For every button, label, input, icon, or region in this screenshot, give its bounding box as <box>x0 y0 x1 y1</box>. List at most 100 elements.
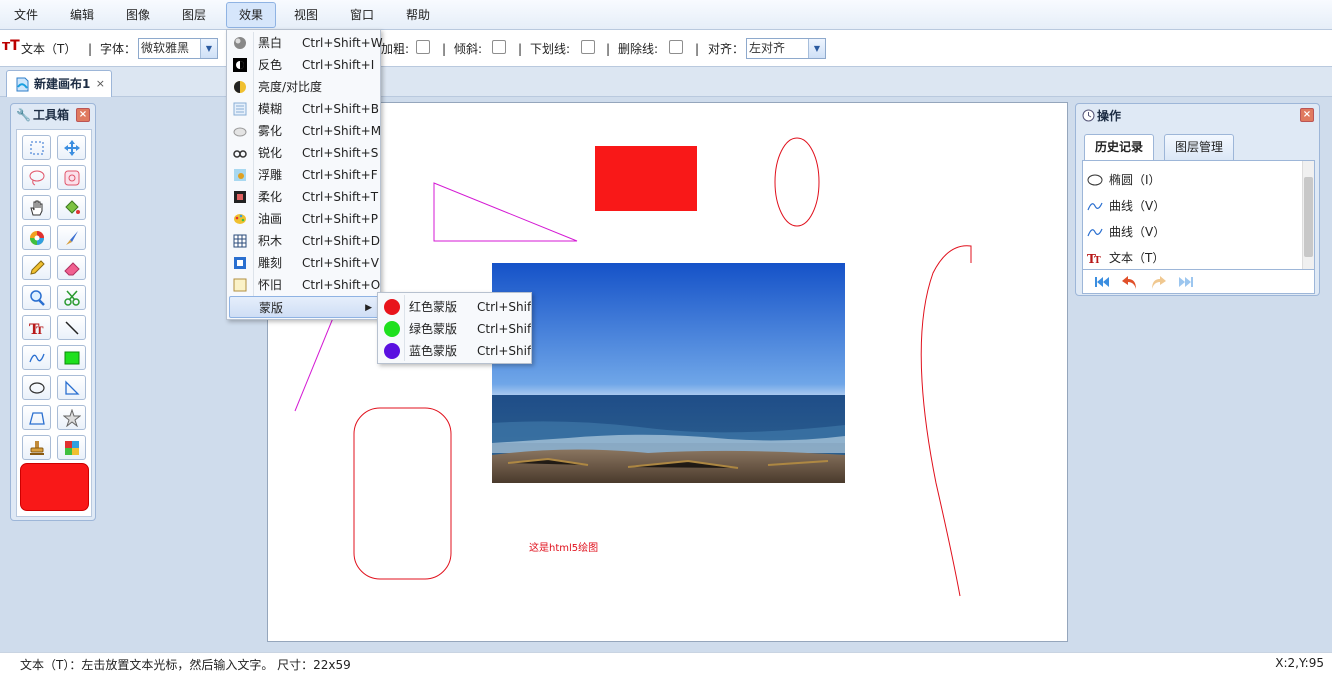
effect-label: 积木 <box>258 234 283 248</box>
blue-dot-icon <box>384 343 400 359</box>
tab-layers[interactable]: 图层管理 <box>1164 134 1235 160</box>
effect-shortcut: Ctrl+Shift+W <box>302 36 383 50</box>
mask-blue[interactable]: 蓝色蒙版 Ctrl+Shift <box>380 340 532 362</box>
effect-mosaic[interactable]: 积木 Ctrl+Shift+D <box>229 230 380 252</box>
font-select[interactable]: 微软雅黑 ▼ <box>138 38 218 59</box>
tab-history[interactable]: 历史记录 <box>1084 134 1155 161</box>
paint-bucket-icon[interactable] <box>57 195 86 220</box>
strike-checkbox[interactable] <box>669 40 683 54</box>
rect-select-icon[interactable] <box>22 135 51 160</box>
gradient-icon[interactable] <box>57 435 86 460</box>
ellipse-icon[interactable] <box>22 375 51 400</box>
effect-sharpen[interactable]: 锐化 Ctrl+Shift+S <box>229 142 379 164</box>
mosaic-icon <box>233 234 247 248</box>
operations-close-icon[interactable]: × <box>1300 108 1314 122</box>
history-item[interactable]: 曲线（V） <box>1087 195 1165 217</box>
effect-shortcut: Ctrl+Shift+B <box>302 102 379 116</box>
text-icon[interactable]: TT <box>22 315 51 340</box>
chevron-down-icon: ▼ <box>808 39 825 58</box>
strike-label: 删除线: <box>618 42 659 56</box>
eraser-icon[interactable] <box>57 255 86 280</box>
effect-blur[interactable]: 模糊 Ctrl+Shift+B <box>229 98 379 120</box>
history-scrollbar[interactable] <box>1302 161 1314 269</box>
red-ellipse-shape <box>774 137 820 227</box>
effect-brightness-contrast[interactable]: 亮度/对比度 <box>229 76 379 98</box>
operations-title: 操作 <box>1097 109 1122 123</box>
effect-mask[interactable]: 蒙版 ▶ <box>229 296 379 318</box>
invert-icon <box>233 58 247 72</box>
current-color-swatch[interactable] <box>20 463 89 511</box>
history-item-label: 文本（T） <box>1109 251 1165 265</box>
drawing-canvas[interactable]: 这是html5绘图 <box>267 102 1068 642</box>
mask-label: 红色蒙版 <box>409 300 458 314</box>
menu-view[interactable]: 视图 <box>282 2 330 28</box>
history-item[interactable]: 椭圆（I） <box>1087 169 1161 191</box>
bold-label: 加粗: <box>381 42 410 56</box>
menu-file[interactable]: 文件 <box>2 2 50 28</box>
stamp-icon[interactable] <box>22 435 51 460</box>
red-rectangle-shape <box>595 146 697 211</box>
effect-shortcut: Ctrl+Shift+T <box>302 190 379 204</box>
italic-checkbox[interactable] <box>492 40 506 54</box>
chevron-down-icon: ▼ <box>200 39 217 58</box>
curve-icon <box>1087 228 1103 237</box>
mask-shortcut: Ctrl+Shift <box>477 344 532 358</box>
brightness-icon <box>234 81 246 93</box>
scissors-icon[interactable] <box>57 285 86 310</box>
tab-new-canvas[interactable]: 新建画布1 × <box>6 70 112 97</box>
effect-oil-paint[interactable]: 油画 Ctrl+Shift+P <box>229 208 379 230</box>
effect-engrave[interactable]: 雕刻 Ctrl+Shift+V <box>229 252 379 274</box>
triangle-icon[interactable] <box>57 375 86 400</box>
pencil-icon[interactable] <box>22 255 51 280</box>
underline-checkbox[interactable] <box>581 40 595 54</box>
lasso-icon[interactable] <box>22 165 51 190</box>
mask-green[interactable]: 绿色蒙版 Ctrl+Shift <box>380 318 531 340</box>
effect-invert[interactable]: 反色 Ctrl+Shift+I <box>229 54 379 76</box>
color-wheel-icon[interactable] <box>22 225 51 250</box>
effect-label: 亮度/对比度 <box>258 80 323 94</box>
scrollbar-thumb[interactable] <box>1304 177 1313 257</box>
effect-label: 黑白 <box>258 36 283 50</box>
curve-icon[interactable] <box>22 345 51 370</box>
first-step-icon[interactable] <box>1093 274 1111 290</box>
menu-image[interactable]: 图像 <box>114 2 162 28</box>
menu-bar: 文件 编辑 图像 图层 效果 视图 窗口 帮助 <box>0 0 1332 30</box>
magic-select-icon[interactable] <box>57 165 86 190</box>
tab-close-icon[interactable]: × <box>96 71 105 97</box>
effect-emboss[interactable]: 浮雕 Ctrl+Shift+F <box>229 164 379 186</box>
effect-label: 浮雕 <box>258 168 283 182</box>
effect-fog[interactable]: 雾化 Ctrl+Shift+M <box>229 120 381 142</box>
menu-edit[interactable]: 编辑 <box>58 2 106 28</box>
separator: | <box>88 42 93 56</box>
menu-effects[interactable]: 效果 <box>226 2 277 28</box>
effect-soften[interactable]: 柔化 Ctrl+Shift+T <box>229 186 379 208</box>
fill-rect-icon[interactable] <box>57 345 86 370</box>
redo-icon[interactable] <box>1149 274 1167 290</box>
mask-red[interactable]: 红色蒙版 Ctrl+Shift <box>380 296 531 318</box>
polygon-icon[interactable] <box>22 405 51 430</box>
menu-help[interactable]: 帮助 <box>394 2 442 28</box>
blur-icon <box>233 102 247 116</box>
star-icon[interactable] <box>57 405 86 430</box>
undo-icon[interactable] <box>1121 274 1139 290</box>
last-step-icon[interactable] <box>1177 274 1195 290</box>
red-rounded-rect-shape <box>353 407 452 580</box>
history-item[interactable]: TT 文本（T） <box>1087 247 1164 269</box>
line-icon[interactable] <box>57 315 86 340</box>
bold-checkbox[interactable] <box>416 40 430 54</box>
toolbox-close-icon[interactable]: × <box>76 108 90 122</box>
effect-grayscale[interactable]: 黑白 Ctrl+Shift+W <box>229 32 383 54</box>
menu-layer[interactable]: 图层 <box>170 2 218 28</box>
effect-sepia[interactable]: 怀旧 Ctrl+Shift+O <box>229 274 380 296</box>
cursor-coordinates: X:2,Y:95 <box>1275 656 1324 670</box>
emboss-icon <box>234 169 246 181</box>
zoom-icon[interactable] <box>22 285 51 310</box>
brush-icon[interactable] <box>57 225 86 250</box>
ellipse-icon <box>1087 174 1103 186</box>
menu-window[interactable]: 窗口 <box>338 2 386 28</box>
red-curve-shape <box>920 245 972 597</box>
hand-icon[interactable] <box>22 195 51 220</box>
history-item[interactable]: 曲线（V） <box>1087 221 1165 243</box>
move-icon[interactable] <box>57 135 86 160</box>
align-select[interactable]: 左对齐 ▼ <box>746 38 826 59</box>
